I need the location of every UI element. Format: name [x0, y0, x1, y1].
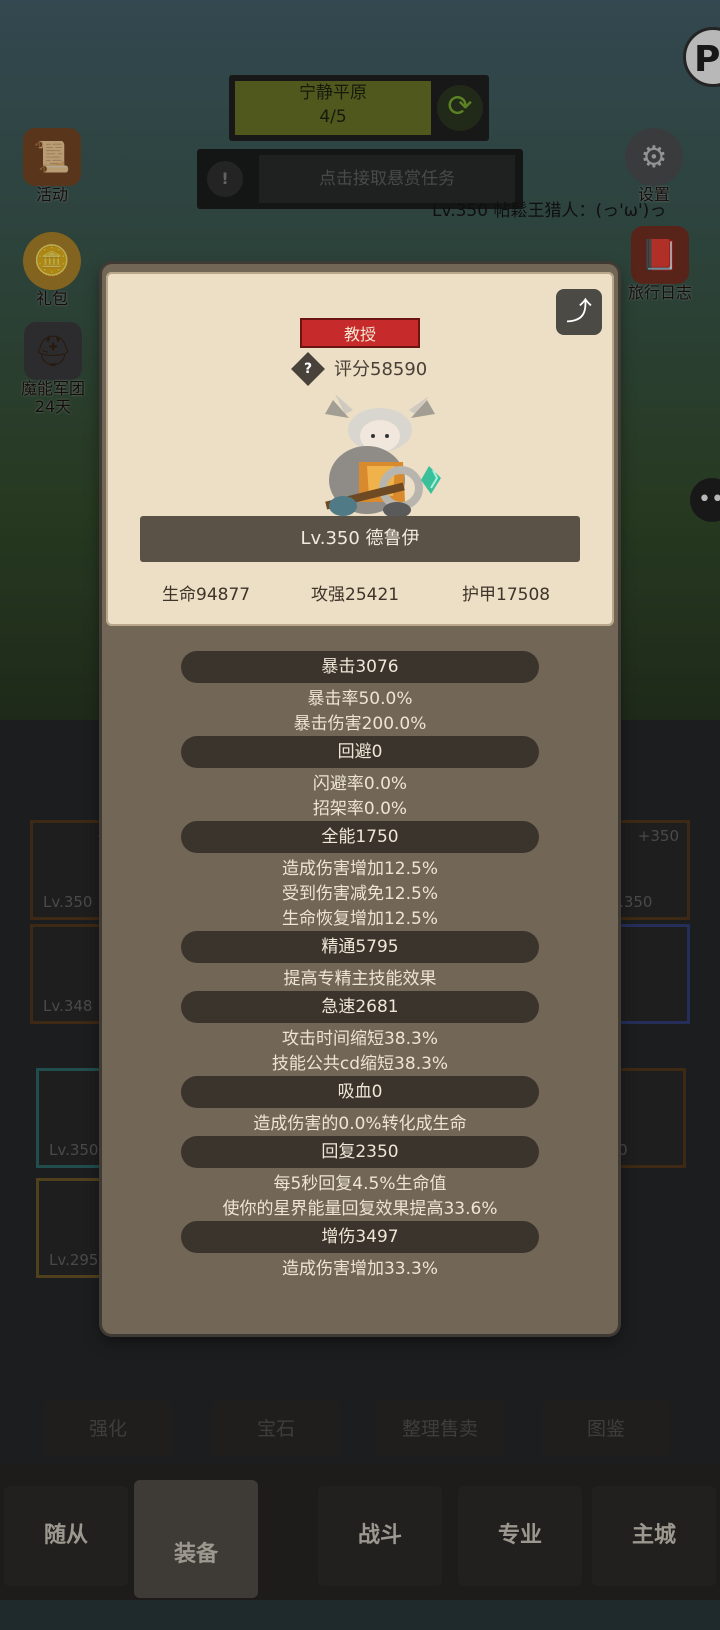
- stat-line: 攻击时间缩短38.3%: [281, 1029, 438, 1049]
- stat-line: 暴击率50.0%: [307, 689, 413, 709]
- stat-header-versatility: 全能1750: [181, 821, 539, 853]
- stat-line: 技能公共cd缩短38.3%: [271, 1054, 449, 1074]
- stat-line: 受到伤害减免12.5%: [281, 884, 438, 904]
- hero-armor: 护甲17508: [462, 585, 551, 605]
- stat-header-haste: 急速2681: [181, 991, 539, 1023]
- hero-portrait: [325, 394, 441, 518]
- stat-header-leech: 吸血0: [181, 1076, 539, 1108]
- hero-attack: 攻强25421: [311, 585, 400, 605]
- hero-hp: 生命94877: [162, 585, 251, 605]
- stat-line: 造成伤害的0.0%转化成生命: [253, 1114, 467, 1134]
- hero-score: 评分58590: [334, 359, 428, 380]
- stat-line: 闪避率0.0%: [312, 774, 408, 794]
- stat-line: 造成伤害增加33.3%: [281, 1259, 438, 1279]
- stat-line: 生命恢复增加12.5%: [281, 909, 438, 929]
- stat-line: 暴击伤害200.0%: [293, 714, 427, 734]
- stat-line: 造成伤害增加12.5%: [281, 859, 438, 879]
- stat-header-regen: 回复2350: [181, 1136, 539, 1168]
- stat-header-mastery: 精通5795: [181, 931, 539, 963]
- stat-header-damage: 增伤3497: [181, 1221, 539, 1253]
- stat-header-crit: 暴击3076: [181, 651, 539, 683]
- hero-title-badge: 教授: [300, 318, 420, 348]
- stat-line: 每5秒回复4.5%生命值: [273, 1174, 447, 1194]
- share-icon[interactable]: ⤴: [556, 289, 602, 335]
- hero-name-level: Lv.350 德鲁伊: [140, 516, 580, 562]
- stat-line: 提高专精主技能效果: [283, 969, 437, 989]
- stat-line: 招架率0.0%: [312, 799, 408, 819]
- stat-header-avoidance: 回避0: [181, 736, 539, 768]
- stat-line: 使你的星界能量回复效果提高33.6%: [222, 1199, 498, 1219]
